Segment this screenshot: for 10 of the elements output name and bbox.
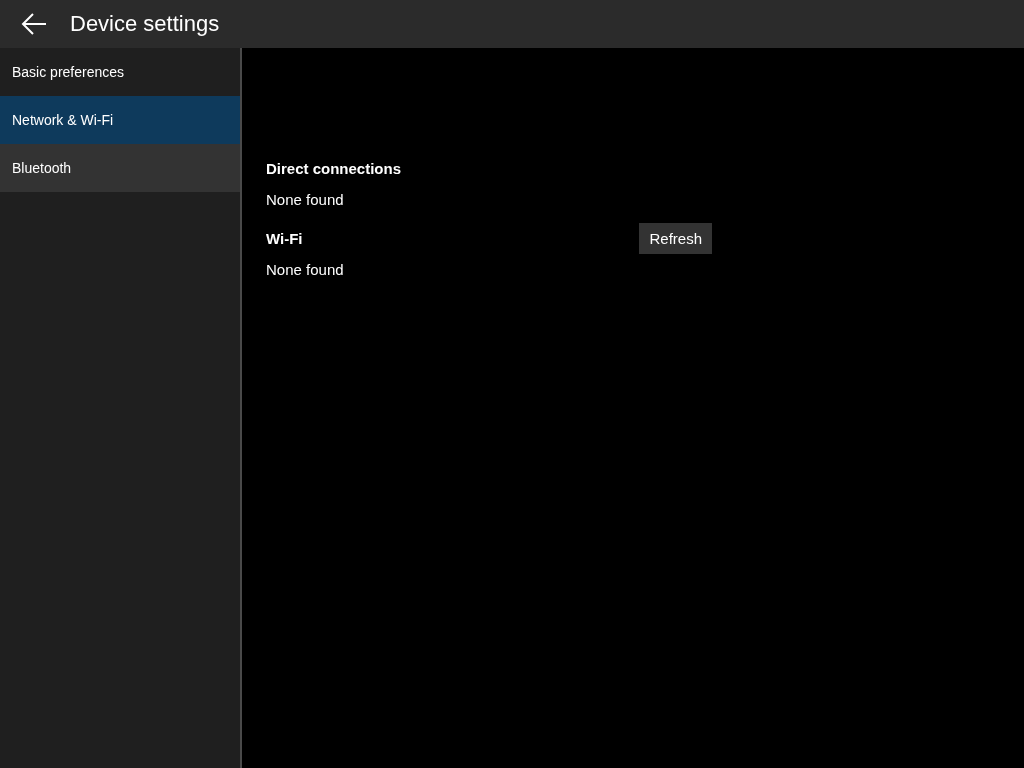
sidebar-item[interactable]: Network & Wi-Fi — [0, 96, 240, 144]
status-text: None found — [266, 261, 345, 278]
section-title: Direct connections — [266, 160, 402, 177]
sidebar-item[interactable]: Bluetooth — [0, 144, 240, 192]
status-text: None found — [266, 191, 345, 208]
section-title: Wi-Fi — [266, 230, 303, 247]
page-title: Device settings — [70, 11, 220, 37]
refresh-button[interactable]: Refresh — [639, 223, 712, 254]
sidebar-item[interactable]: Basic preferences — [0, 48, 240, 96]
back-arrow-icon — [21, 13, 47, 35]
